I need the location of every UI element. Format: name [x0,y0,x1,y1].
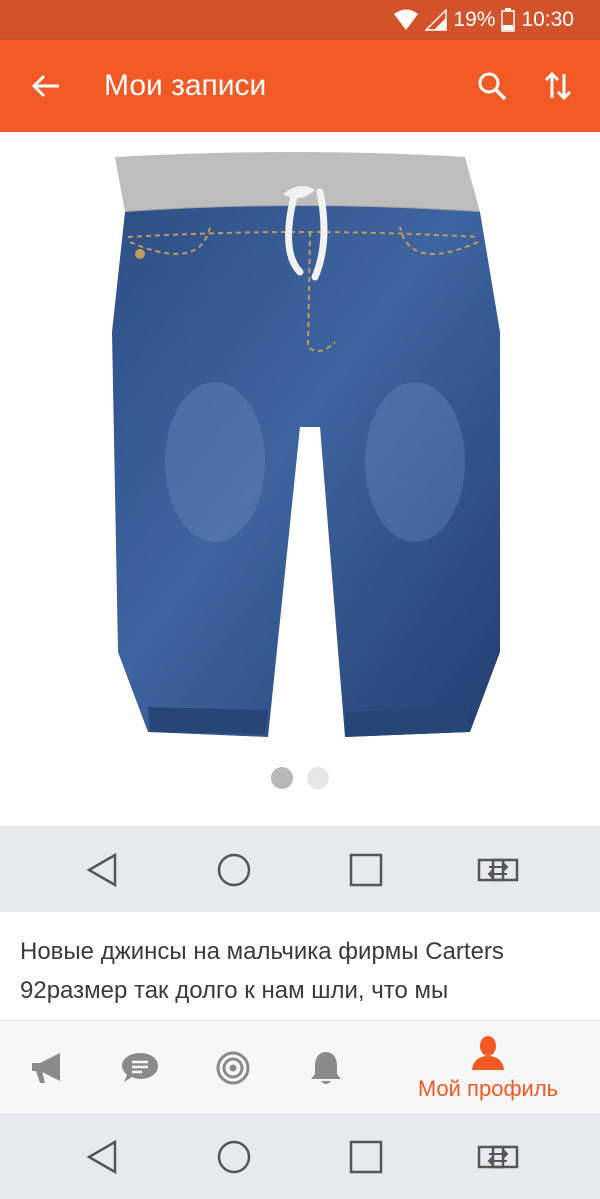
nav-switch-button[interactable] [476,848,520,892]
nav-switch-button-bottom[interactable] [476,1135,520,1179]
sort-button[interactable] [534,62,582,110]
system-nav-bar [0,826,600,912]
square-recents-icon [349,1140,383,1174]
tab-discussions[interactable] [207,1021,259,1115]
search-icon [478,72,507,101]
tab-news[interactable] [22,1021,74,1115]
circle-home-icon [217,853,251,887]
post-text-line-2: 92размер так долго к нам шли, что мы [20,977,449,1004]
post-text: Новые джинсы на мальчика фирмы Carters 9… [20,932,585,1010]
triangle-back-icon [86,1140,117,1174]
nav-home-button-bottom[interactable] [212,1135,256,1179]
system-nav-bar-bottom [0,1113,600,1199]
app-bar: Мои записи [0,40,600,132]
triangle-back-icon [86,853,117,887]
tab-my-profile[interactable]: Мой профиль [408,1021,568,1115]
back-button[interactable] [22,62,70,110]
search-button[interactable] [468,62,516,110]
tab-messages[interactable] [114,1021,166,1115]
sort-icon [544,71,572,101]
tab-notifications[interactable] [300,1021,352,1115]
battery-percent: 19% [453,8,496,31]
profile-icon [472,1036,504,1070]
square-recents-icon [349,853,383,887]
switch-app-icon [477,1145,519,1169]
bell-icon [311,1052,341,1084]
clock: 10:30 [521,8,574,31]
tab-my-profile-label: Мой профиль [417,1076,559,1101]
cell-signal-icon [425,9,448,31]
circle-home-icon [217,1140,251,1174]
target-icon [216,1051,250,1085]
carousel-dot-2[interactable] [307,767,329,789]
chat-bubble-icon [122,1053,158,1082]
nav-recents-button[interactable] [344,848,388,892]
nav-recents-button-bottom[interactable] [344,1135,388,1179]
switch-app-icon [477,858,519,882]
nav-home-button[interactable] [212,848,256,892]
carousel-indicator [0,766,600,790]
carousel-dot-1[interactable] [271,767,293,789]
post-photo[interactable] [0,132,600,826]
page-title: Мои записи [104,69,267,102]
battery-icon [501,8,516,32]
megaphone-icon [32,1053,60,1083]
arrow-left-icon [31,74,59,98]
nav-back-button-bottom[interactable] [80,1135,124,1179]
wifi-icon [393,9,419,31]
bottom-nav: Мой профиль [0,1020,600,1114]
nav-back-button[interactable] [80,848,124,892]
post-text-line-1: Новые джинсы на мальчика фирмы Carters [20,938,504,965]
status-bar: 19% 10:30 [0,0,600,40]
jeans-image [112,152,500,737]
